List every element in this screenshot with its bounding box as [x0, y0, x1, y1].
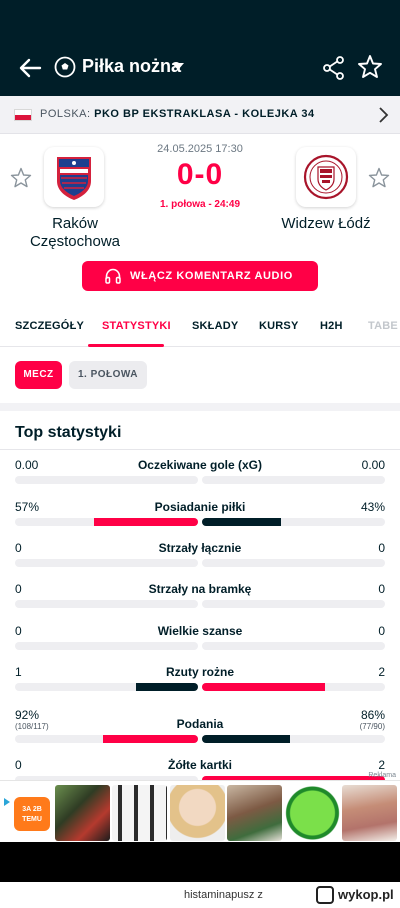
stat-away-detail: (77/90) — [359, 722, 385, 731]
stat-away-value: 0 — [378, 624, 385, 638]
stat-name: Podania — [176, 717, 224, 731]
stat-away-value: 43% — [360, 500, 385, 514]
league-bar[interactable]: POLSKA: PKO BP EKSTRAKLASA - KOLEJKA 34 — [0, 96, 400, 134]
match-datetime: 24.05.2025 17:30 — [157, 143, 243, 155]
match-score: 0-0 — [176, 158, 224, 191]
system-nav-bar — [0, 842, 400, 882]
stat-row: 1 Rzuty rożne 2 — [0, 665, 400, 701]
active-tab-indicator — [88, 344, 164, 347]
match-tabs: SZCZEGÓŁY STATYSTYKI SKŁADY KURSY H2H TA… — [0, 305, 400, 347]
stat-away-value: 2 — [378, 758, 385, 772]
tab-odds[interactable]: KURSY — [259, 320, 299, 332]
tab-lineups[interactable]: SKŁADY — [192, 320, 238, 332]
stat-row: 57% Posiadanie piłki 43% — [0, 500, 400, 536]
stat-home-bar-track — [15, 518, 198, 526]
app-bar: Piłka nożna — [0, 40, 400, 96]
stat-row: 0 Strzały na bramkę 0 — [0, 582, 400, 618]
tab-standings[interactable]: TABE — [368, 320, 398, 332]
stat-away-bar-track — [202, 559, 385, 567]
section-line — [0, 449, 400, 450]
ad-label: Reklama — [368, 772, 396, 779]
stat-away-bar-track — [202, 683, 385, 691]
stat-name: Wielkie szanse — [157, 624, 243, 638]
poland-flag-icon — [14, 109, 32, 121]
ad-product-sandals[interactable] — [227, 785, 282, 841]
ad-product-shoes[interactable] — [55, 785, 110, 841]
watermark-footer: histaminapusz z wykop.pl — [0, 882, 400, 908]
stat-home-bar-fill — [103, 735, 198, 743]
tab-details[interactable]: SZCZEGÓŁY — [15, 320, 84, 332]
sport-selector-title[interactable]: Piłka nożna — [82, 56, 181, 77]
stat-row: 0 Strzały łącznie 0 — [0, 541, 400, 577]
audio-commentary-button[interactable]: WŁĄCZ KOMENTARZ AUDIO — [82, 261, 318, 291]
temu-logo-text: 3A 2B TEMU — [22, 806, 42, 823]
stat-away-value: 2 — [378, 665, 385, 679]
stat-row: 0 Wielkie szanse 0 — [0, 624, 400, 660]
audio-commentary-label: WŁĄCZ KOMENTARZ AUDIO — [130, 270, 293, 282]
stat-home-bar-track — [15, 600, 198, 608]
stat-away-bar-track — [202, 518, 385, 526]
stat-name: Rzuty rożne — [165, 665, 234, 679]
league-title: POLSKA: PKO BP EKSTRAKLASA - KOLEJKA 34 — [40, 108, 315, 120]
headphones-icon — [105, 268, 121, 284]
watermark-site: wykop.pl — [338, 887, 394, 902]
top-stats-title: Top statystyki — [15, 424, 122, 441]
football-icon[interactable] — [54, 56, 76, 78]
share-icon[interactable] — [320, 54, 348, 82]
stat-home-bar-track — [15, 559, 198, 567]
stat-home-bar-track — [15, 642, 198, 650]
away-team-name[interactable]: Widzew Łódź — [256, 215, 396, 233]
star-outline-icon[interactable] — [356, 53, 384, 81]
wykop-logo-icon — [316, 886, 334, 904]
home-team-name[interactable]: Raków Częstochowa — [5, 215, 145, 251]
stat-away-bar-track — [202, 600, 385, 608]
dropdown-caret-icon[interactable] — [172, 63, 184, 70]
status-bar — [0, 0, 400, 40]
stat-away-bar-fill — [202, 735, 290, 743]
stat-home-detail: (108/117) — [15, 722, 49, 731]
stat-away-bar-track — [202, 735, 385, 743]
section-divider — [0, 403, 400, 411]
stat-away-bar-track — [202, 642, 385, 650]
ad-product-hooks[interactable] — [112, 785, 167, 841]
stat-away-bar-track — [202, 476, 385, 484]
stat-name: Strzały na bramkę — [148, 582, 252, 596]
filter-first-half-chip[interactable]: 1. POŁOWA — [69, 361, 147, 389]
temu-logo[interactable]: 3A 2B TEMU — [14, 797, 50, 831]
stat-row: 92% Podania 86% (108/117) (77/90) — [0, 708, 400, 744]
tab-h2h[interactable]: H2H — [320, 320, 343, 332]
ad-product-ball[interactable] — [285, 785, 340, 841]
filter-match-chip[interactable]: MECZ — [15, 361, 62, 389]
stat-away-bar-fill — [202, 683, 325, 691]
stat-home-bar-fill — [94, 518, 198, 526]
home-team-name-text: Raków Częstochowa — [29, 215, 121, 250]
match-period: 1. połowa - 24:49 — [159, 199, 241, 210]
ad-product-slippers[interactable] — [342, 785, 397, 841]
league-country: POLSKA: — [40, 108, 91, 120]
stat-name: Oczekiwane gole (xG) — [137, 458, 263, 472]
stat-away-value: 0.00 — [361, 458, 385, 472]
stat-away-value: 0 — [378, 541, 385, 555]
ad-choices-icon[interactable] — [2, 797, 12, 807]
stat-away-value: 86% — [360, 708, 385, 722]
watermark-username: histaminapusz z — [184, 889, 263, 901]
stat-home-bar-track — [15, 735, 198, 743]
tab-statistics[interactable]: STATYSTYKI — [102, 320, 171, 332]
chevron-right-icon[interactable] — [376, 106, 390, 124]
stat-away-value: 0 — [378, 582, 385, 596]
stat-away-bar-fill — [202, 518, 281, 526]
ad-product-wig[interactable] — [170, 785, 225, 841]
stat-home-bar-track — [15, 683, 198, 691]
stat-home-bar-fill — [136, 683, 198, 691]
stat-name: Posiadanie piłki — [154, 500, 246, 514]
stat-row: 0.00 Oczekiwane gole (xG) 0.00 — [0, 458, 400, 494]
away-team-name-text: Widzew Łódź — [281, 215, 371, 232]
stat-home-bar-track — [15, 476, 198, 484]
league-competition: PKO BP EKSTRAKLASA - KOLEJKA 34 — [94, 108, 315, 120]
back-arrow-icon[interactable] — [14, 52, 46, 84]
stat-name: Żółte kartki — [167, 758, 233, 772]
stat-name: Strzały łącznie — [158, 541, 242, 555]
ad-banner[interactable]: 3A 2B TEMU — [0, 780, 400, 842]
